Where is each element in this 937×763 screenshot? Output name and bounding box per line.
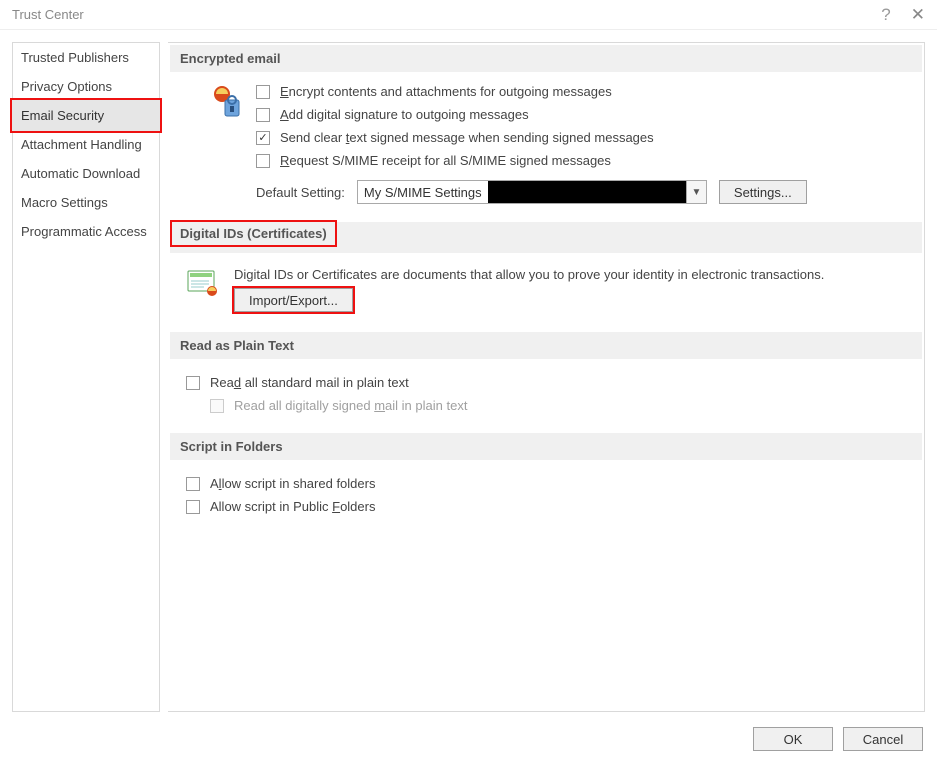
default-setting-dropdown[interactable]: My S/MIME Settings ▼	[357, 180, 707, 204]
sidebar-item-automatic-download[interactable]: Automatic Download	[13, 159, 159, 188]
checkbox-label: Allow script in shared folders	[210, 476, 375, 491]
sidebar-item-label: Email Security	[21, 108, 104, 123]
section-header-read-plain: Read as Plain Text	[170, 332, 922, 359]
sidebar-item-label: Privacy Options	[21, 79, 112, 94]
ok-button[interactable]: OK	[753, 727, 833, 751]
checkbox-icon	[186, 477, 200, 491]
certificate-icon	[186, 265, 220, 299]
section-header-row-digital: Digital IDs (Certificates)	[170, 222, 922, 253]
checkbox-send-clear-text[interactable]: Send clear text signed message when send…	[256, 126, 912, 149]
sidebar-item-label: Attachment Handling	[21, 137, 142, 152]
checkbox-label: Send clear text signed message when send…	[280, 130, 654, 145]
sidebar-item-label: Macro Settings	[21, 195, 108, 210]
sidebar-item-email-security[interactable]: Email Security	[12, 100, 160, 131]
checkbox-label: Allow script in Public Folders	[210, 499, 375, 514]
checkbox-icon	[210, 399, 224, 413]
sidebar-item-label: Programmatic Access	[21, 224, 147, 239]
checkbox-request-smime-receipt[interactable]: Request S/MIME receipt for all S/MIME si…	[256, 149, 912, 172]
content-pane: Encrypted email Encrypt contents and att…	[168, 42, 925, 712]
window-title: Trust Center	[12, 7, 84, 22]
checkbox-label: Encrypt contents and attachments for out…	[280, 84, 612, 99]
section-header-encrypted: Encrypted email	[170, 45, 922, 72]
sidebar-item-trusted-publishers[interactable]: Trusted Publishers	[13, 43, 159, 72]
close-icon[interactable]: ✕	[911, 5, 925, 25]
checkbox-read-signed-plain: Read all digitally signed mail in plain …	[186, 394, 912, 417]
checkbox-icon	[256, 108, 270, 122]
checkbox-read-standard-plain[interactable]: Read all standard mail in plain text	[186, 371, 912, 394]
checkbox-label: Read all digitally signed mail in plain …	[234, 398, 467, 413]
section-header-script: Script in Folders	[170, 433, 922, 460]
checkbox-icon	[186, 376, 200, 390]
import-export-button[interactable]: Import/Export...	[234, 288, 353, 312]
sidebar-item-programmatic-access[interactable]: Programmatic Access	[13, 217, 159, 246]
dialog-footer: OK Cancel	[753, 727, 923, 751]
help-icon[interactable]: ?	[881, 5, 890, 25]
sidebar-item-privacy-options[interactable]: Privacy Options	[13, 72, 159, 101]
digital-id-description: Digital IDs or Certificates are document…	[234, 267, 824, 282]
checkbox-icon	[186, 500, 200, 514]
sidebar-item-attachment-handling[interactable]: Attachment Handling	[13, 130, 159, 159]
dialog-trust-center: Trust Center ? ✕ Trusted Publishers Priv…	[0, 0, 937, 763]
sidebar: Trusted Publishers Privacy Options Email…	[12, 42, 160, 712]
checkbox-label: Add digital signature to outgoing messag…	[280, 107, 529, 122]
checkbox-script-shared-folders[interactable]: Allow script in shared folders	[186, 472, 912, 495]
sidebar-item-label: Automatic Download	[21, 166, 140, 181]
checkbox-label: Read all standard mail in plain text	[210, 375, 409, 390]
checkbox-add-digital-signature[interactable]: Add digital signature to outgoing messag…	[256, 103, 912, 126]
title-bar: Trust Center ? ✕	[0, 0, 937, 30]
encrypted-email-icon	[208, 80, 242, 204]
chevron-down-icon[interactable]: ▼	[686, 181, 706, 203]
default-setting-label: Default Setting:	[256, 185, 345, 200]
sidebar-item-macro-settings[interactable]: Macro Settings	[13, 188, 159, 217]
settings-button[interactable]: Settings...	[719, 180, 807, 204]
sidebar-item-label: Trusted Publishers	[21, 50, 129, 65]
checkbox-script-public-folders[interactable]: Allow script in Public Folders	[186, 495, 912, 518]
section-header-digital: Digital IDs (Certificates)	[172, 222, 335, 245]
dropdown-value: My S/MIME Settings	[358, 185, 488, 200]
cancel-button[interactable]: Cancel	[843, 727, 923, 751]
checkbox-icon	[256, 131, 270, 145]
redacted-area	[488, 181, 686, 203]
checkbox-encrypt-contents[interactable]: Encrypt contents and attachments for out…	[256, 80, 912, 103]
checkbox-label: Request S/MIME receipt for all S/MIME si…	[280, 153, 611, 168]
checkbox-icon	[256, 154, 270, 168]
checkbox-icon	[256, 85, 270, 99]
